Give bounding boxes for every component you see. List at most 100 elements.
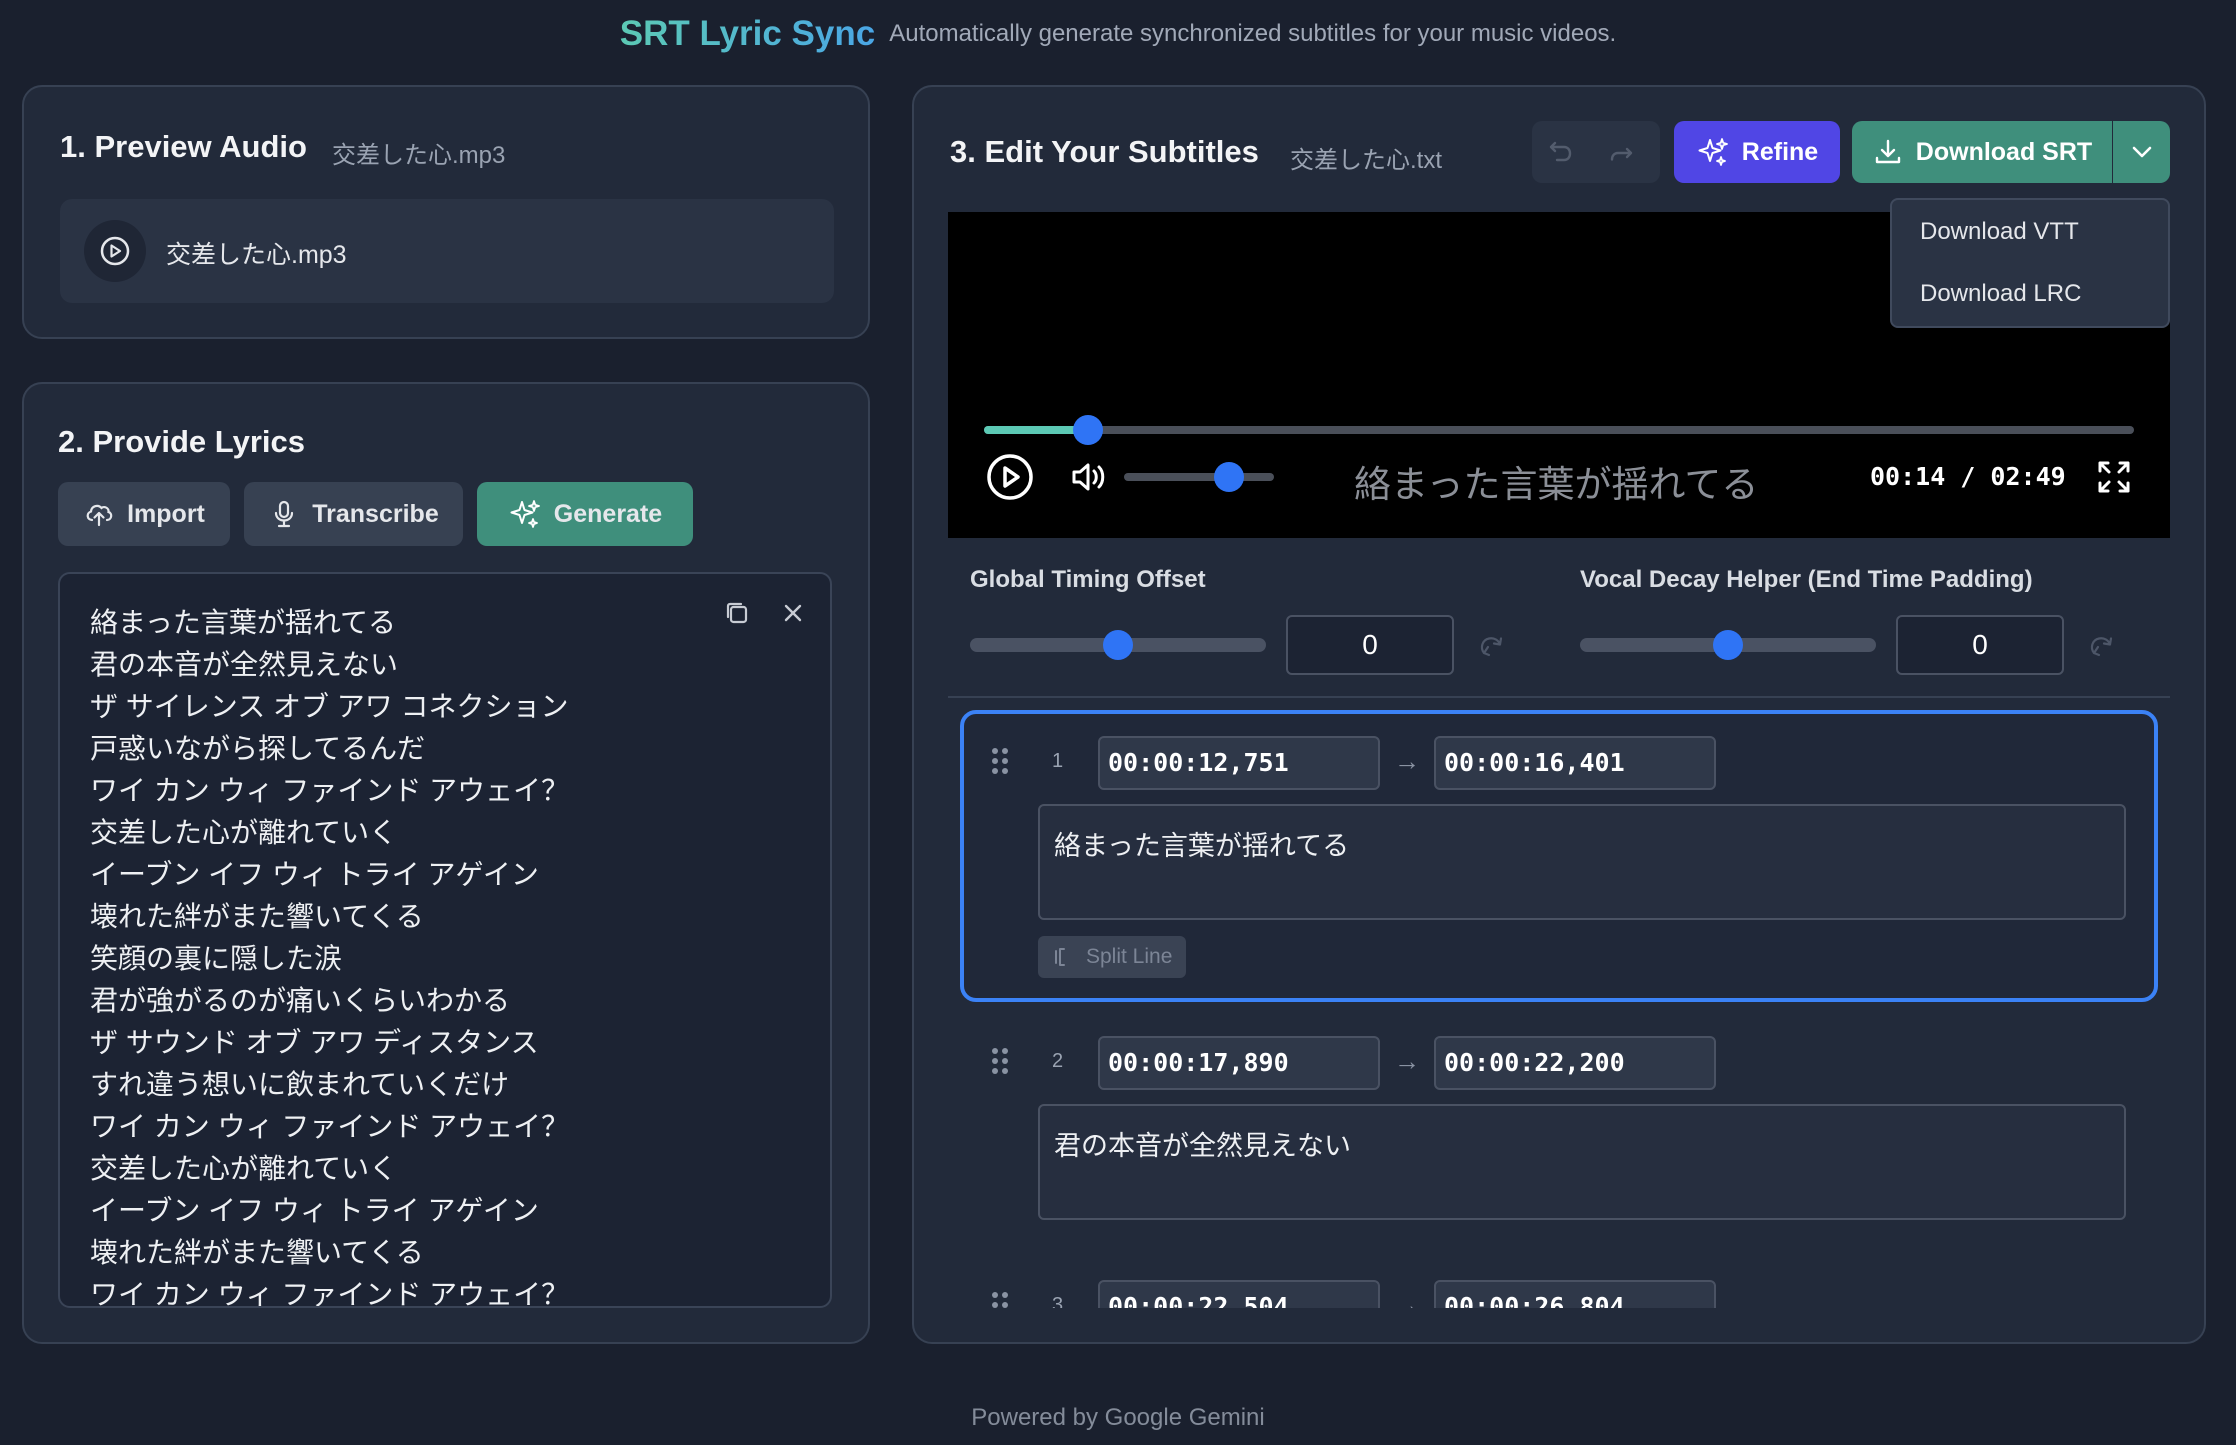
subtitle-text-input[interactable]: 絡まった言葉が揺れてる xyxy=(1038,804,2126,920)
progress-bar[interactable] xyxy=(984,426,2134,434)
download-icon xyxy=(1875,139,1900,164)
chevron-down-icon xyxy=(2132,146,2151,158)
app-header: SRT Lyric Sync Automatically generate syn… xyxy=(0,14,2236,54)
download-srt-button[interactable]: Download SRT xyxy=(1852,121,2112,183)
split-icon xyxy=(1055,948,1065,966)
lyric-line: 笑顔の裏に隠した涙 xyxy=(90,943,343,974)
sparkles-icon xyxy=(1698,138,1728,166)
subtitle-index: 3 xyxy=(1052,1294,1064,1308)
download-srt-label: Download SRT xyxy=(1915,137,2093,166)
lyric-line: ワイ カン ウィ ファインド アウェイ？ xyxy=(90,1279,570,1308)
undo-redo-group xyxy=(1532,121,1660,183)
vocal-decay-thumb[interactable] xyxy=(1713,630,1743,660)
import-label: Import xyxy=(127,499,205,528)
volume-icon xyxy=(1072,463,1105,491)
reset-icon xyxy=(2090,637,2113,657)
subtitle-index: 1 xyxy=(1052,750,1064,772)
copy-button[interactable] xyxy=(722,598,752,633)
redo-button[interactable] xyxy=(1604,135,1638,174)
refine-label: Refine xyxy=(1741,137,1819,166)
volume-thumb[interactable] xyxy=(1214,462,1244,492)
lyrics-textarea[interactable]: 絡まった言葉が揺れてる 君の本音が全然見えないザ サイレンス オブ アワ コネクシ… xyxy=(58,572,832,1308)
timing-controls-panel: Global Timing Offset 0 Vocal Decay Helpe… xyxy=(948,540,2170,698)
lyric-line: 君の本音が全然見えない xyxy=(90,649,399,680)
time-display: 00:14 / 02:49 xyxy=(1870,462,2066,491)
subtitle-list: 1 00:00:12,751 → 00:00:16,401 絡まった言葉が揺れて… xyxy=(948,700,2170,1308)
generate-button[interactable]: Generate xyxy=(477,482,693,546)
global-offset-thumb[interactable] xyxy=(1103,630,1133,660)
undo-icon xyxy=(1549,141,1572,162)
split-line-button[interactable]: Split Line xyxy=(1038,936,1187,978)
footer-credit: Powered by Google Gemini xyxy=(971,1404,1265,1431)
drag-handle-icon[interactable] xyxy=(992,1292,1012,1308)
close-icon xyxy=(784,604,802,622)
end-time-input[interactable]: 00:00:22,200 xyxy=(1434,1036,1716,1090)
volume-slider[interactable] xyxy=(1124,473,1274,481)
fullscreen-icon xyxy=(2098,461,2130,493)
download-options-toggle[interactable] xyxy=(2113,121,2170,183)
download-lrc-option[interactable]: Download LRC xyxy=(1920,280,2081,308)
edit-subtitles-title: 3. Edit Your Subtitles xyxy=(950,134,1259,169)
download-dropdown-menu: Download VTT Download LRC xyxy=(1890,198,2170,328)
arrow-right-icon: → xyxy=(1394,746,1420,776)
lyric-line: 交差した心が離れていく xyxy=(90,817,398,848)
lyric-line: 絡まった言葉が揺れてる xyxy=(90,607,397,638)
subtitle-index: 2 xyxy=(1052,1050,1064,1072)
lyric-line: ワイ カン ウィ ファインド アウェイ？ xyxy=(90,1111,570,1142)
lyrics-lines: 絡まった言葉が揺れてる 君の本音が全然見えないザ サイレンス オブ アワ コネクシ… xyxy=(90,602,570,1308)
global-offset-label: Global Timing Offset xyxy=(970,566,1206,593)
redo-icon xyxy=(1610,147,1633,161)
drag-handle-icon[interactable] xyxy=(992,1048,1012,1078)
lyric-line: 君が強がるのが痛いくらいわかる xyxy=(90,985,511,1016)
lyric-line: 交差した心が離れていく xyxy=(90,1153,398,1184)
app-subtitle: Automatically generate synchronized subt… xyxy=(889,20,1617,47)
subtitle-item[interactable]: 3 00:00:22,504 → 00:00:26,804 xyxy=(960,1258,2158,1308)
subtitle-item[interactable]: 1 00:00:12,751 → 00:00:16,401 絡まった言葉が揺れて… xyxy=(960,710,2158,1002)
fullscreen-button[interactable] xyxy=(2094,457,2134,502)
start-time-input[interactable]: 00:00:22,504 xyxy=(1098,1280,1380,1308)
lyric-line: ザ サイレンス オブ アワ コネクション xyxy=(90,691,569,722)
audio-play-button[interactable] xyxy=(84,220,146,282)
lyric-line: 壊れた絆がまた響いてくる xyxy=(90,901,424,932)
end-time-input[interactable]: 00:00:16,401 xyxy=(1434,736,1716,790)
end-time-input[interactable]: 00:00:26,804 xyxy=(1434,1280,1716,1308)
reset-icon xyxy=(1480,637,1503,657)
offset-reset-button[interactable] xyxy=(1474,629,1508,668)
subtitles-filename: 交差した心.txt xyxy=(1290,147,1443,174)
refine-button[interactable]: Refine xyxy=(1674,121,1840,183)
vocal-decay-input[interactable]: 0 xyxy=(1896,615,2064,675)
clear-button[interactable] xyxy=(778,598,808,633)
undo-button[interactable] xyxy=(1544,135,1578,174)
lyric-line: すれ違う想いに飲まれていくだけ xyxy=(90,1069,510,1100)
download-vtt-option[interactable]: Download VTT xyxy=(1920,218,2079,246)
volume-button[interactable] xyxy=(1068,456,1110,503)
play-circle-icon xyxy=(100,236,130,266)
vocal-decay-label: Vocal Decay Helper (End Time Padding) xyxy=(1580,566,2033,593)
progress-fill xyxy=(984,426,1088,434)
drag-handle-icon[interactable] xyxy=(992,748,1012,778)
preview-audio-card: 1. Preview Audio 交差した心.mp3 交差した心.mp3 xyxy=(22,85,870,339)
video-play-button[interactable] xyxy=(986,453,1034,506)
arrow-right-icon: → xyxy=(1394,1046,1420,1076)
transcribe-button[interactable]: Transcribe xyxy=(244,482,463,546)
lyric-line: 戸惑いながら探してるんだ xyxy=(90,733,426,764)
lyric-line: ザ サウンド オブ アワ ディスタンス xyxy=(90,1027,539,1058)
current-lyric-overlay: 絡まった言葉が揺れてる xyxy=(1354,464,1759,505)
preview-audio-title: 1. Preview Audio xyxy=(60,129,307,164)
global-offset-input[interactable]: 0 xyxy=(1286,615,1454,675)
audio-file-name: 交差した心.mp3 xyxy=(166,241,347,269)
subtitle-item[interactable]: 2 00:00:17,890 → 00:00:22,200 君の本音が全然見えな… xyxy=(960,1014,2158,1244)
start-time-input[interactable]: 00:00:12,751 xyxy=(1098,736,1380,790)
lyric-line: イーブン イフ ウィ トライ アゲイン xyxy=(90,859,539,890)
audio-preview-row: 交差した心.mp3 xyxy=(60,199,834,303)
progress-thumb[interactable] xyxy=(1072,415,1103,445)
cloud-upload-icon xyxy=(86,504,113,527)
split-line-label: Split Line xyxy=(1086,945,1173,968)
decay-reset-button[interactable] xyxy=(2084,629,2118,668)
start-time-input[interactable]: 00:00:17,890 xyxy=(1098,1036,1380,1090)
import-button[interactable]: Import xyxy=(58,482,230,546)
lyric-line: ワイ カン ウィ ファインド アウェイ？ xyxy=(90,775,570,806)
lyric-line: イーブン イフ ウィ トライ アゲイン xyxy=(90,1195,539,1226)
copy-icon xyxy=(726,602,748,624)
subtitle-text-input[interactable]: 君の本音が全然見えない xyxy=(1038,1104,2126,1220)
